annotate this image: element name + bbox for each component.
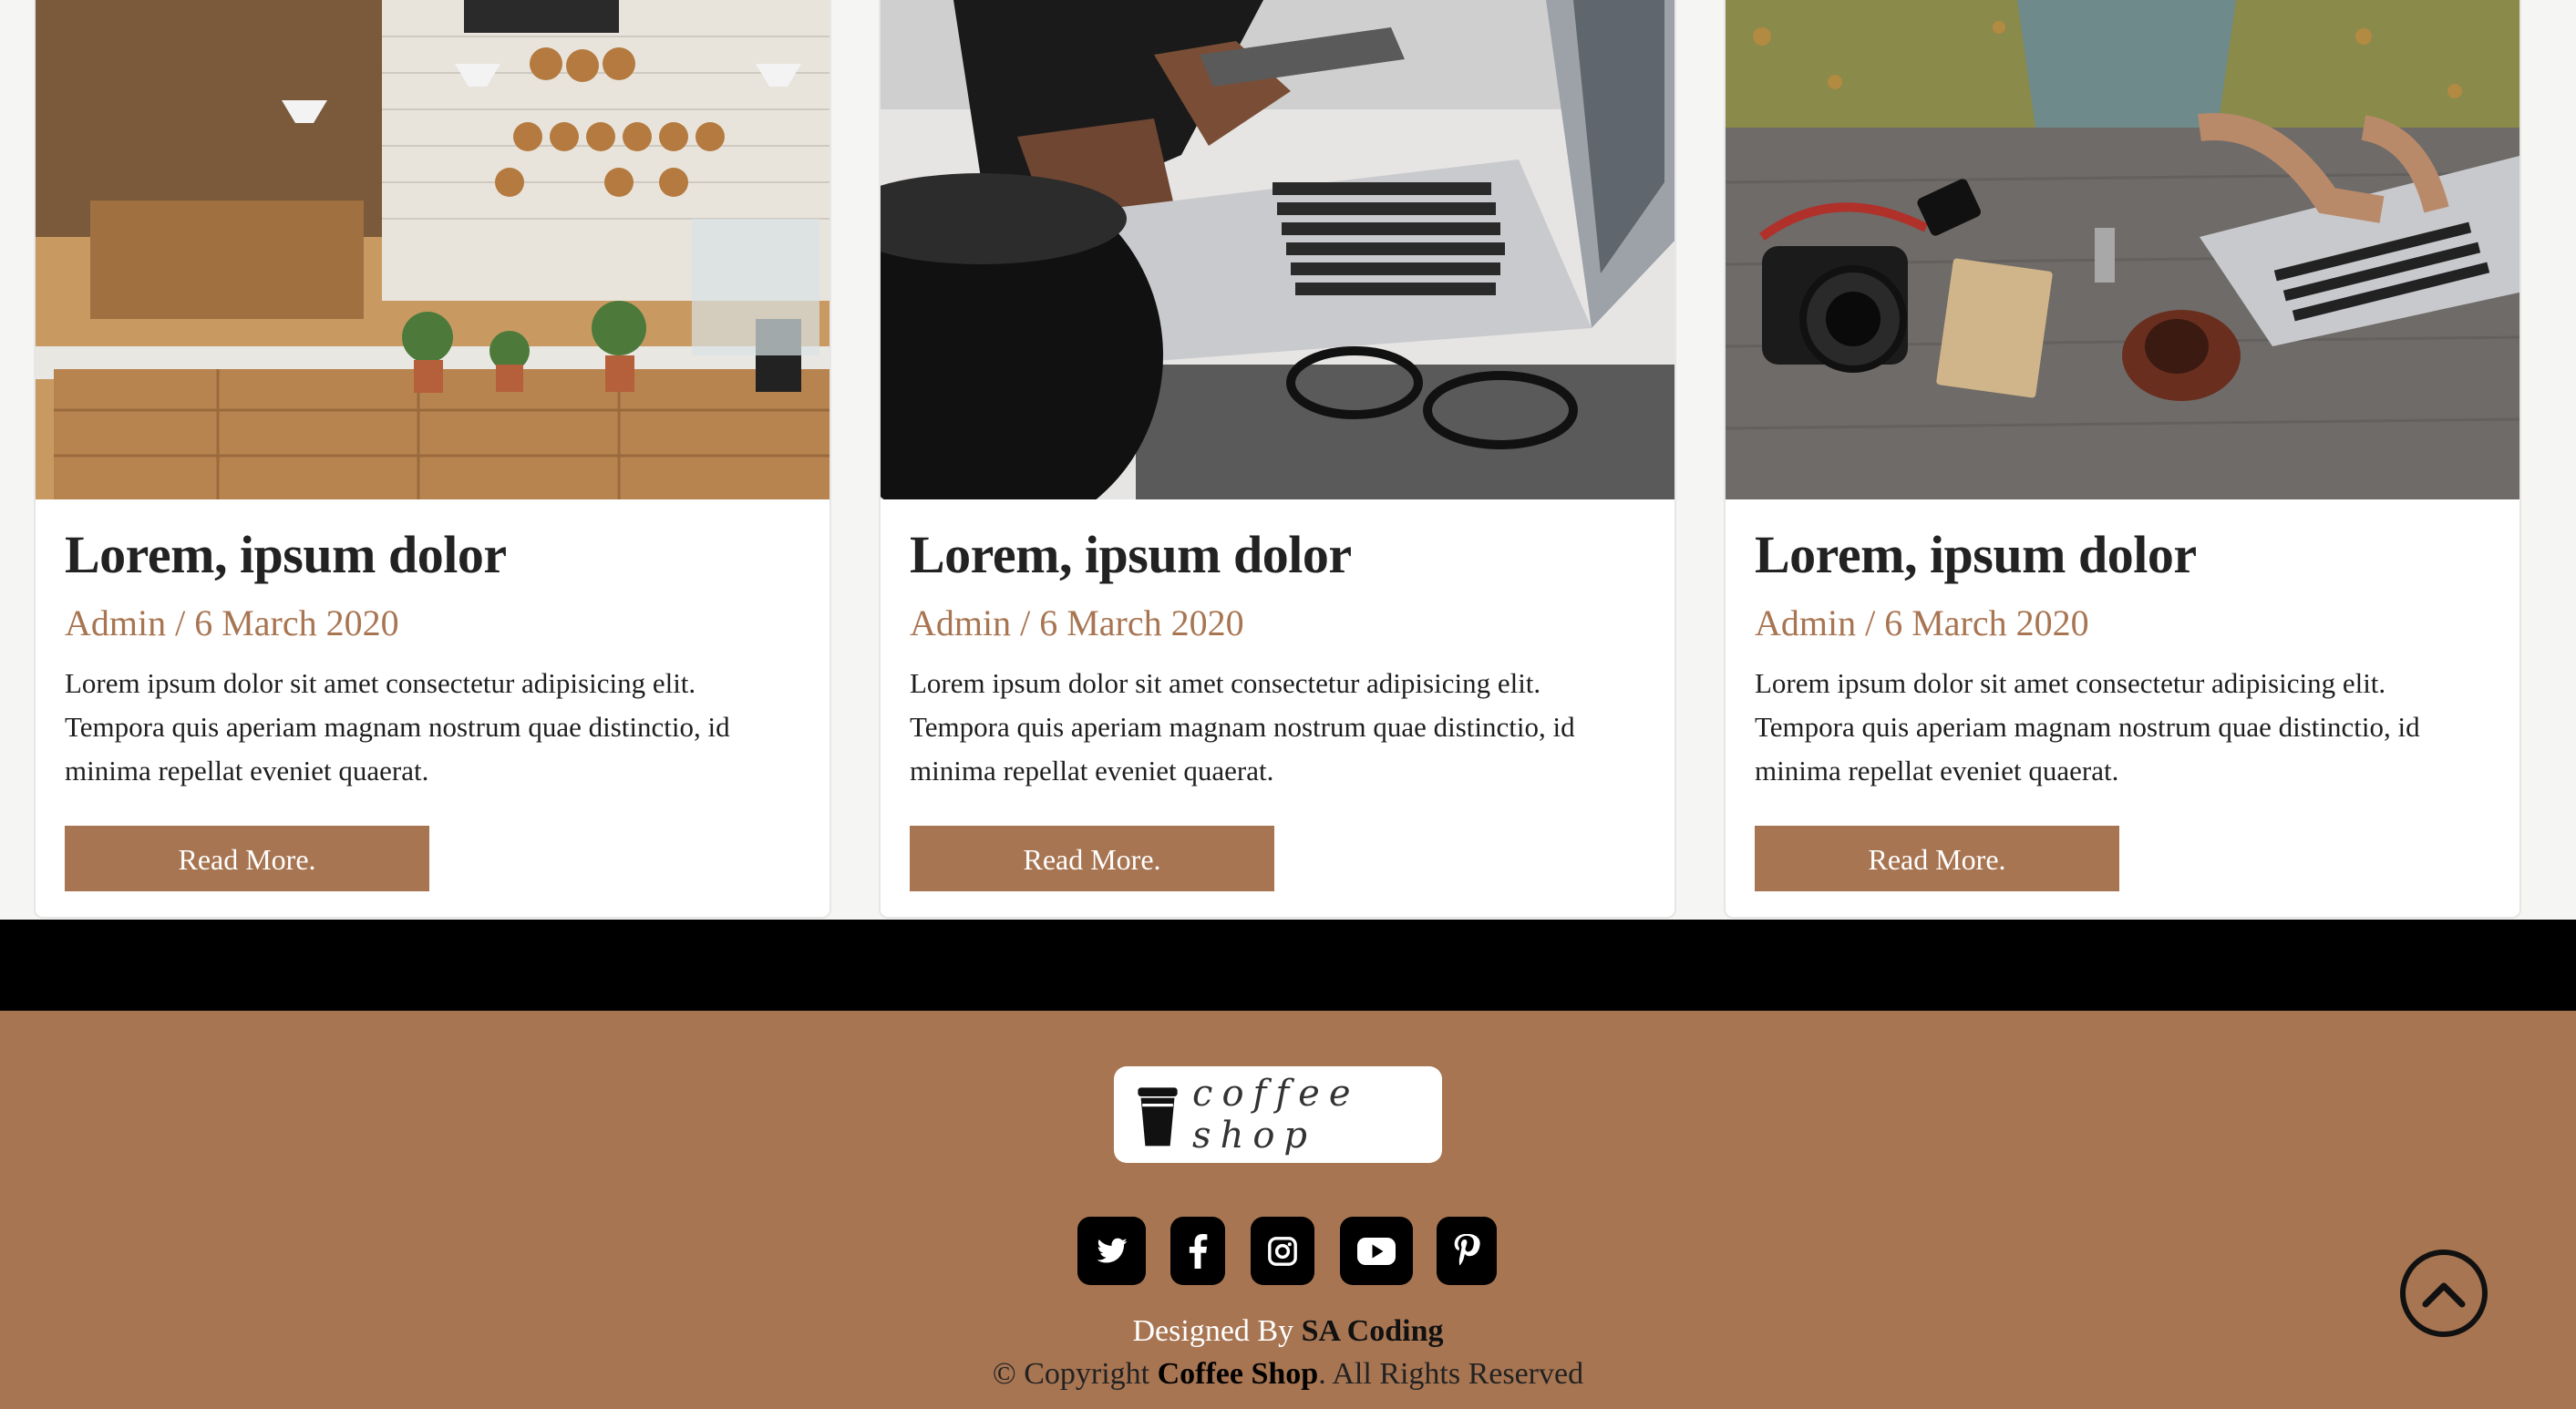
card-text: Lorem ipsum dolor sit amet consectetur a… [1755, 667, 2420, 787]
twitter-link[interactable] [1077, 1217, 1146, 1285]
facebook-icon [1189, 1233, 1208, 1269]
designer-name[interactable]: SA Coding [1302, 1314, 1444, 1348]
designed-prefix: Designed By [1132, 1314, 1302, 1348]
card-meta: Admin / 6 March 2020 [65, 602, 399, 643]
logo-text: coffee shop [1192, 1073, 1360, 1157]
scroll-to-top-button[interactable] [2400, 1250, 2488, 1337]
card-text: Lorem ipsum dolor sit amet consectetur a… [910, 667, 1575, 787]
instagram-link[interactable] [1251, 1217, 1314, 1285]
youtube-icon [1357, 1237, 1396, 1265]
pinterest-icon [1454, 1233, 1480, 1265]
divider-bar [0, 920, 2576, 1011]
copyright-prefix: © Copyright [992, 1357, 1158, 1391]
card-meta: Admin / 6 March 2020 [910, 602, 1244, 643]
footer-logo[interactable]: coffee shop [1114, 1066, 1442, 1163]
blog-card: Lorem, ipsum dolor Admin / 6 March 2020 … [34, 0, 831, 919]
read-more-button[interactable]: Read More. [1755, 826, 2119, 891]
blog-card-image [1726, 0, 2519, 499]
card-meta: Admin / 6 March 2020 [1755, 602, 2089, 643]
footer: coffee shop Designed By SA Coding © Copy… [0, 1011, 2576, 1409]
youtube-link[interactable] [1340, 1217, 1413, 1285]
blog-cards: Lorem, ipsum dolor Admin / 6 March 2020 … [34, 0, 2522, 920]
blog-card: Lorem, ipsum dolor Admin / 6 March 2020 … [879, 0, 1676, 919]
copyright-line: © Copyright Coffee Shop. All Rights Rese… [0, 1357, 2576, 1392]
card-title: Lorem, ipsum dolor [1755, 525, 2197, 584]
cafe-counter-photo [36, 0, 829, 499]
designed-by-line: Designed By SA Coding [0, 1314, 2576, 1349]
twitter-icon [1097, 1238, 1127, 1262]
blog-card-image [36, 0, 829, 499]
blog-card-image [881, 0, 1674, 499]
coffee-cup-icon [1138, 1087, 1178, 1147]
card-text: Lorem ipsum dolor sit amet consectetur a… [65, 667, 730, 787]
desk-with-camera-photo [1726, 0, 2519, 499]
pinterest-link[interactable] [1437, 1217, 1497, 1285]
instagram-icon [1268, 1236, 1297, 1266]
facebook-link[interactable] [1170, 1217, 1225, 1285]
read-more-button[interactable]: Read More. [910, 826, 1274, 891]
laptop-and-phone-photo [881, 0, 1674, 499]
copyright-brand: Coffee Shop [1157, 1357, 1319, 1391]
read-more-button[interactable]: Read More. [65, 826, 429, 891]
blog-card: Lorem, ipsum dolor Admin / 6 March 2020 … [1724, 0, 2521, 919]
chevron-up-icon [2422, 1282, 2466, 1308]
copyright-suffix: . All Rights Reserved [1318, 1357, 1584, 1391]
card-title: Lorem, ipsum dolor [65, 525, 507, 584]
card-title: Lorem, ipsum dolor [910, 525, 1352, 584]
